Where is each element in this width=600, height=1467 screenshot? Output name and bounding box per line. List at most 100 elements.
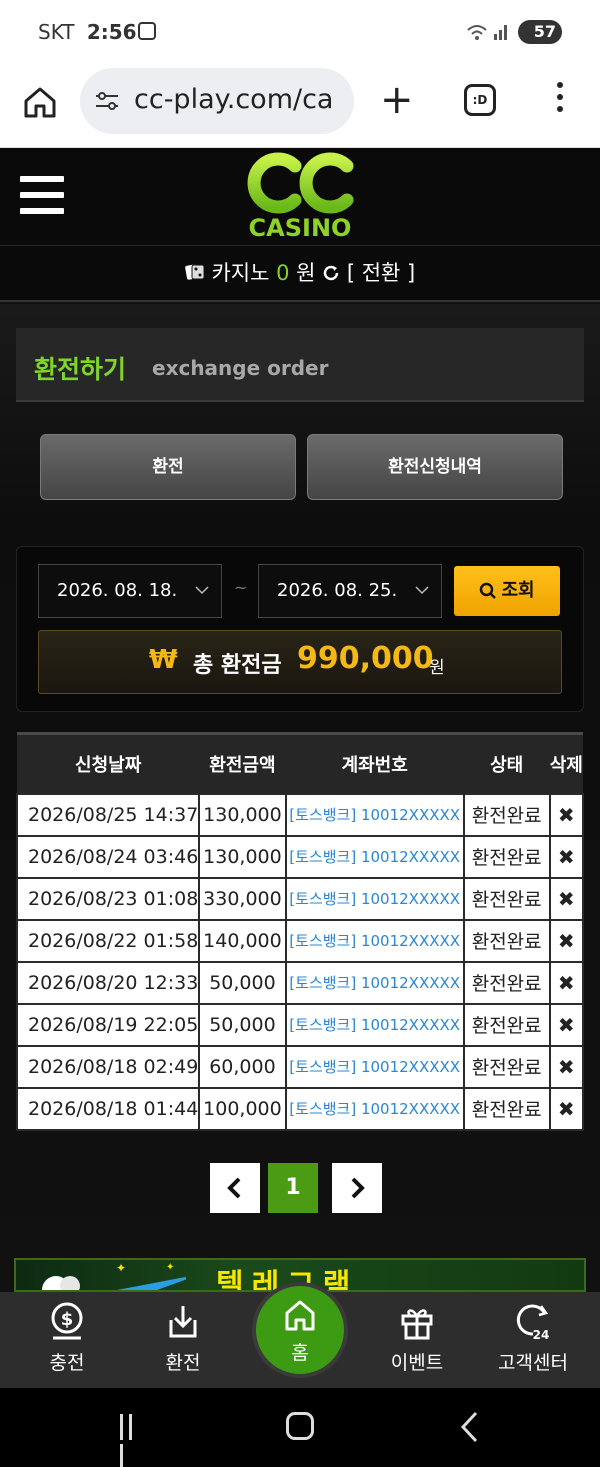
nav-deposit[interactable]: $ 충전 <box>8 1292 126 1388</box>
delete-row-icon[interactable]: ✖ <box>548 960 585 1005</box>
system-back-icon[interactable] <box>458 1410 480 1444</box>
signal-icon <box>466 22 510 46</box>
cell-amount: 140,000 <box>198 918 287 963</box>
system-home-icon[interactable] <box>286 1412 314 1440</box>
col-header-amount: 환전금액 <box>199 732 286 794</box>
cell-amount: 100,000 <box>198 1086 287 1131</box>
nav-events[interactable]: 이벤트 <box>358 1292 476 1388</box>
svg-text:✦: ✦ <box>166 1262 174 1273</box>
cell-amount: 60,000 <box>198 1044 287 1089</box>
table-row: 2026/08/18 02:49 60,000 [토스뱅크] 10012XXXXX 환… <box>15 1044 585 1089</box>
balance-amount: 0 <box>276 261 290 285</box>
total-label: 총 환전금 <box>193 653 282 678</box>
col-header-account: 계좌번호 <box>285 732 464 794</box>
nav-exchange-label: 환전 <box>165 1352 201 1374</box>
tab-exchange-history[interactable]: 환전신청내역 <box>307 434 563 500</box>
cell-status: 환전완료 <box>462 918 551 963</box>
screenshot-icon <box>138 22 156 40</box>
gift-icon <box>401 1309 433 1340</box>
balance-bar: 카지노 0 원 [ 전환 ] <box>0 246 600 302</box>
prev-page-button[interactable] <box>210 1163 260 1213</box>
section-header: 환전하기 exchange order <box>16 328 584 402</box>
cell-status: 환전완료 <box>462 792 551 837</box>
chevron-down-icon <box>415 586 429 595</box>
cell-status: 환전완료 <box>462 834 551 879</box>
delete-row-icon[interactable]: ✖ <box>548 792 585 837</box>
balance-label: 카지노 <box>211 261 270 285</box>
cell-account: [토스뱅크] 10012XXXXX <box>284 792 465 837</box>
cell-date: 2026/08/22 01:58 <box>15 918 201 963</box>
system-navigation-bar <box>0 1388 600 1467</box>
table-row: 2026/08/20 12:33 50,000 [토스뱅크] 10012XXXXX 환… <box>15 960 585 1005</box>
delete-row-icon[interactable]: ✖ <box>548 876 585 921</box>
nav-home-button[interactable]: 홈 <box>252 1282 348 1378</box>
cell-account: [토스뱅크] 10012XXXXX <box>284 1002 465 1047</box>
address-bar[interactable]: cc-play.com/ca <box>80 68 354 134</box>
col-header-status: 상태 <box>463 732 550 794</box>
browser-menu-icon[interactable] <box>550 82 570 118</box>
svg-text:24: 24 <box>533 1328 550 1342</box>
url-text[interactable]: cc-play.com/ca <box>134 84 333 115</box>
date-to-value: 2026. 08. 25. <box>277 580 398 601</box>
delete-row-icon[interactable]: ✖ <box>548 1044 585 1089</box>
cell-status: 환전완료 <box>462 876 551 921</box>
cell-date: 2026/08/20 12:33 <box>15 960 201 1005</box>
date-to-select[interactable]: 2026. 08. 25. <box>258 564 442 618</box>
delete-row-icon[interactable]: ✖ <box>548 918 585 963</box>
cell-date: 2026/08/18 02:49 <box>15 1044 201 1089</box>
nav-deposit-label: 충전 <box>49 1352 85 1374</box>
cell-account: [토스뱅크] 10012XXXXX <box>284 876 465 921</box>
browser-home-icon[interactable] <box>22 84 58 120</box>
status-carrier: SKT 2:56 <box>38 20 137 44</box>
delete-row-icon[interactable]: ✖ <box>548 834 585 879</box>
convert-button[interactable]: [ 전환 ] <box>347 261 415 285</box>
cell-status: 환전완료 <box>462 1002 551 1047</box>
logo-text: CASINO <box>248 214 352 242</box>
delete-row-icon[interactable]: ✖ <box>548 1002 585 1047</box>
cell-account: [토스뱅크] 10012XXXXX <box>284 834 465 879</box>
site-settings-icon[interactable] <box>94 90 120 112</box>
tab-exchange[interactable]: 환전 <box>40 434 296 500</box>
col-header-delete: 삭제 <box>549 732 583 794</box>
cell-amount: 330,000 <box>198 876 287 921</box>
search-button[interactable]: 조회 <box>454 566 560 616</box>
search-button-label: 조회 <box>501 580 535 601</box>
cell-amount: 50,000 <box>198 1002 287 1047</box>
col-header-date: 신청날짜 <box>17 732 200 794</box>
site-header: CASINO <box>0 148 600 246</box>
cell-date: 2026/08/18 01:44 <box>15 1086 201 1131</box>
tab-switcher-button[interactable]: :D <box>464 84 496 116</box>
table-row: 2026/08/22 01:58 140,000 [토스뱅크] 10012XXXXX… <box>15 918 585 963</box>
page-title: 환전하기 <box>34 355 127 384</box>
nav-home-label: 홈 <box>291 1342 309 1364</box>
tab-switcher-label: :D <box>472 93 488 107</box>
cell-account: [토스뱅크] 10012XXXXX <box>284 1086 465 1131</box>
nav-support-label: 고객센터 <box>498 1352 568 1374</box>
chevron-right-icon <box>351 1177 365 1199</box>
delete-row-icon[interactable]: ✖ <box>548 1086 585 1131</box>
cell-date: 2026/08/24 03:46 <box>15 834 201 879</box>
total-amount: 990,000 <box>297 641 434 676</box>
battery-indicator: 57 <box>518 20 562 44</box>
next-page-button[interactable] <box>332 1163 382 1213</box>
cell-amount: 130,000 <box>198 792 287 837</box>
refresh-icon[interactable] <box>322 261 347 285</box>
recent-apps-icon[interactable] <box>120 1414 146 1467</box>
table-body: 2026/08/25 14:37 130,000 [토스뱅크] 10012XXXXX… <box>15 792 585 1131</box>
dollar-coin-icon: $ <box>51 1302 83 1340</box>
nav-exchange[interactable]: 환전 <box>124 1292 242 1388</box>
cell-status: 환전완료 <box>462 1044 551 1089</box>
svg-text:✦: ✦ <box>116 1261 126 1275</box>
site-logo[interactable]: CASINO <box>243 152 357 244</box>
chevron-left-icon <box>227 1177 241 1199</box>
total-unit: 원 <box>429 658 445 678</box>
date-from-select[interactable]: 2026. 08. 18. <box>38 564 222 618</box>
paper-plane-icon: ✦ ✦ <box>42 1261 186 1290</box>
page-number-current[interactable]: 1 <box>268 1163 318 1213</box>
nav-support[interactable]: 24 고객센터 <box>474 1292 592 1388</box>
new-tab-icon[interactable]: + <box>380 80 414 120</box>
table-row: 2026/08/19 22:05 50,000 [토스뱅크] 10012XXXXX 환… <box>15 1002 585 1047</box>
hamburger-menu-icon[interactable] <box>20 176 64 214</box>
cell-status: 환전완료 <box>462 960 551 1005</box>
casino-chip-icon <box>184 261 212 285</box>
